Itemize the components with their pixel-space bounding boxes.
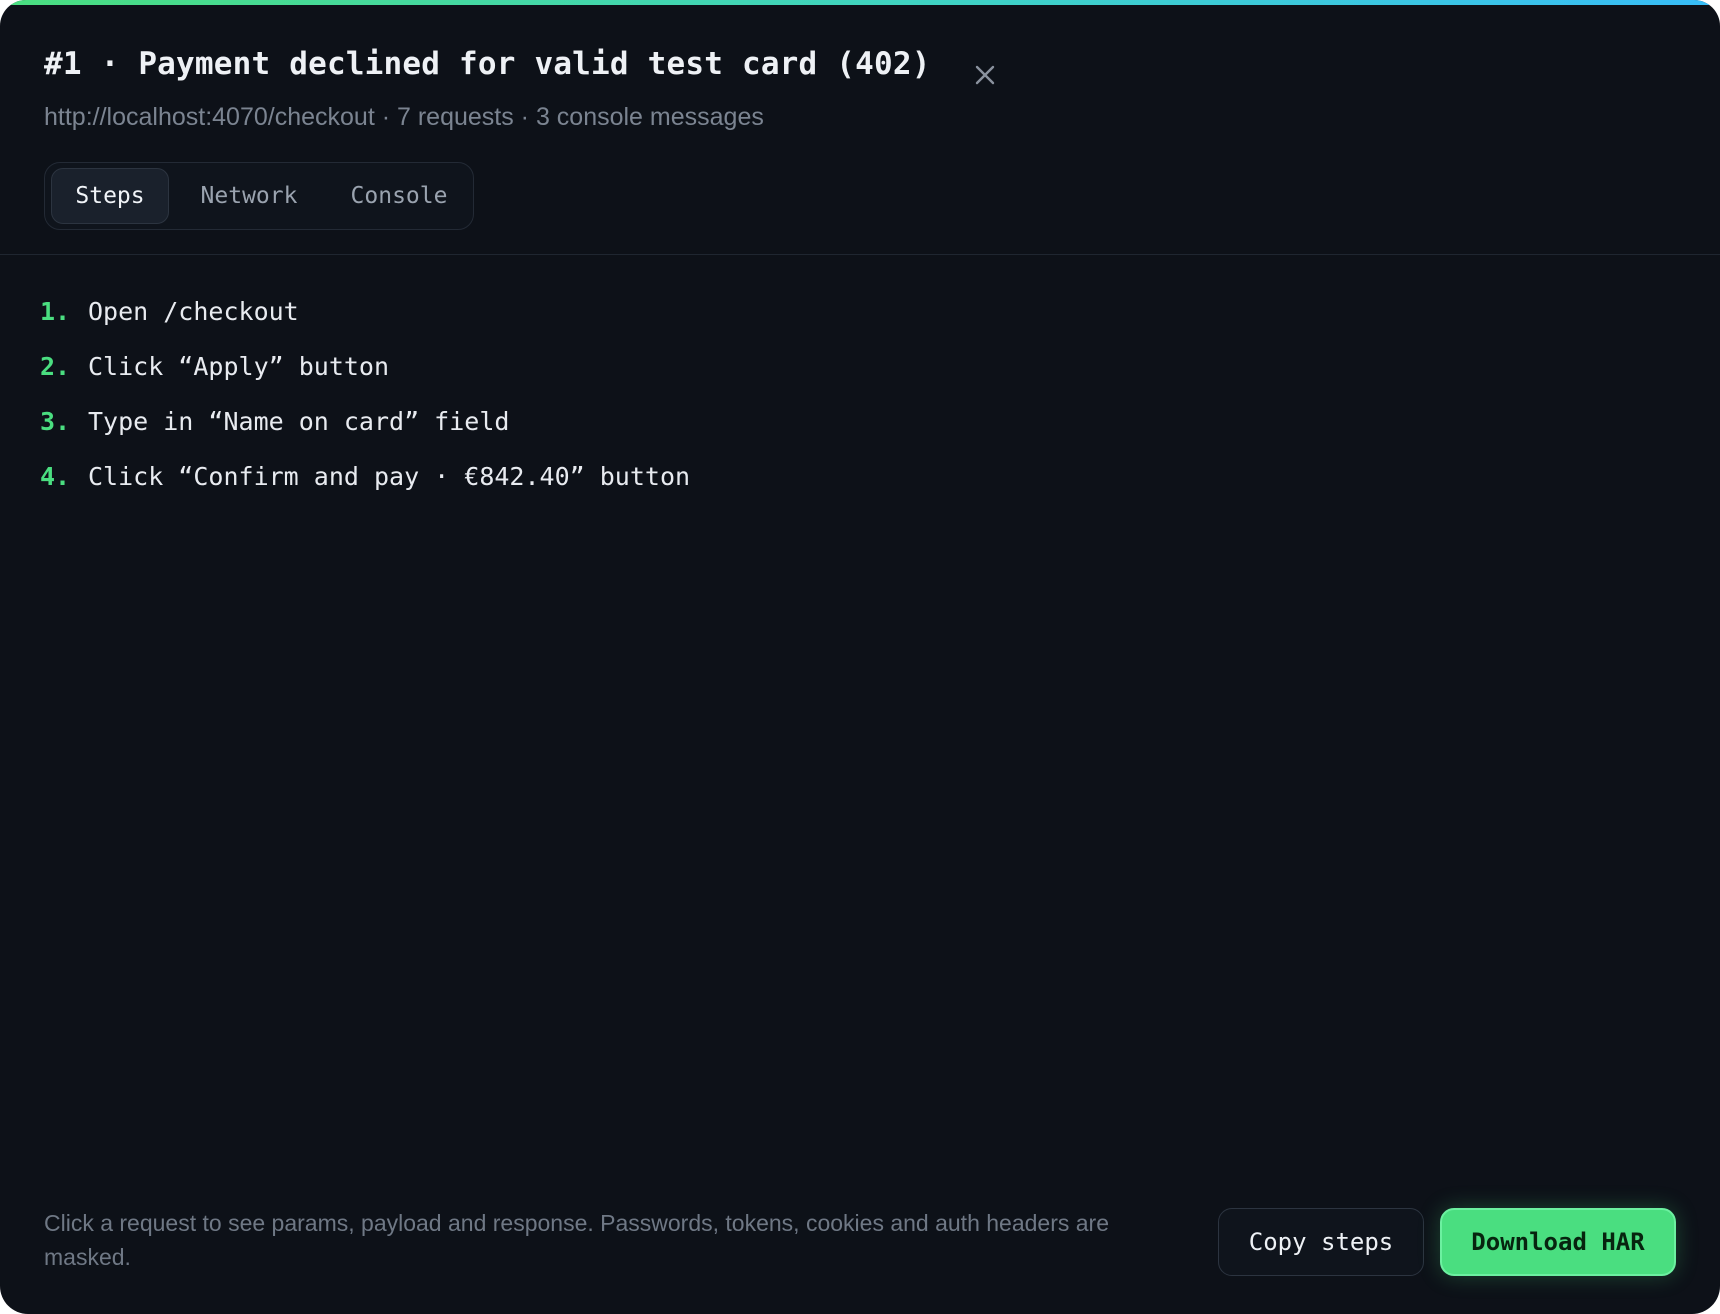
bug-report-modal: #1 · Payment declined for valid test car… — [0, 0, 1720, 1314]
close-icon — [975, 65, 995, 85]
modal-title: #1 · Payment declined for valid test car… — [44, 46, 931, 82]
step-text: Open /checkout — [88, 297, 299, 326]
step-item: 4. Click “Confirm and pay · €842.40” but… — [40, 449, 690, 504]
modal-header: #1 · Payment declined for valid test car… — [0, 0, 1720, 255]
step-number: 1. — [40, 297, 71, 326]
download-har-button[interactable]: Download HAR — [1440, 1208, 1676, 1276]
step-item: 2. Click “Apply” button — [40, 339, 690, 394]
step-text: Click “Confirm and pay · €842.40” button — [88, 462, 691, 491]
footer-note: Click a request to see params, payload a… — [44, 1210, 1109, 1270]
step-number: 3. — [40, 407, 71, 436]
copy-steps-button[interactable]: Copy steps — [1218, 1208, 1424, 1276]
tab-network[interactable]: Network — [177, 168, 321, 224]
tab-console[interactable]: Console — [327, 168, 471, 224]
modal-subtitle: http://localhost:4070/checkout · 7 reque… — [44, 103, 764, 131]
steps-list: 1. Open /checkout 2. Click “Apply” butto… — [40, 284, 690, 504]
step-item: 1. Open /checkout — [40, 284, 690, 339]
step-number: 4. — [40, 462, 71, 491]
tab-bar: Steps Network Console — [44, 162, 474, 230]
step-text: Click “Apply” button — [88, 352, 390, 381]
close-button[interactable] — [968, 58, 1002, 92]
step-item: 3. Type in “Name on card” field — [40, 394, 690, 449]
tab-steps[interactable]: Steps — [51, 168, 169, 224]
step-text: Type in “Name on card” field — [88, 407, 510, 436]
step-number: 2. — [40, 352, 71, 381]
